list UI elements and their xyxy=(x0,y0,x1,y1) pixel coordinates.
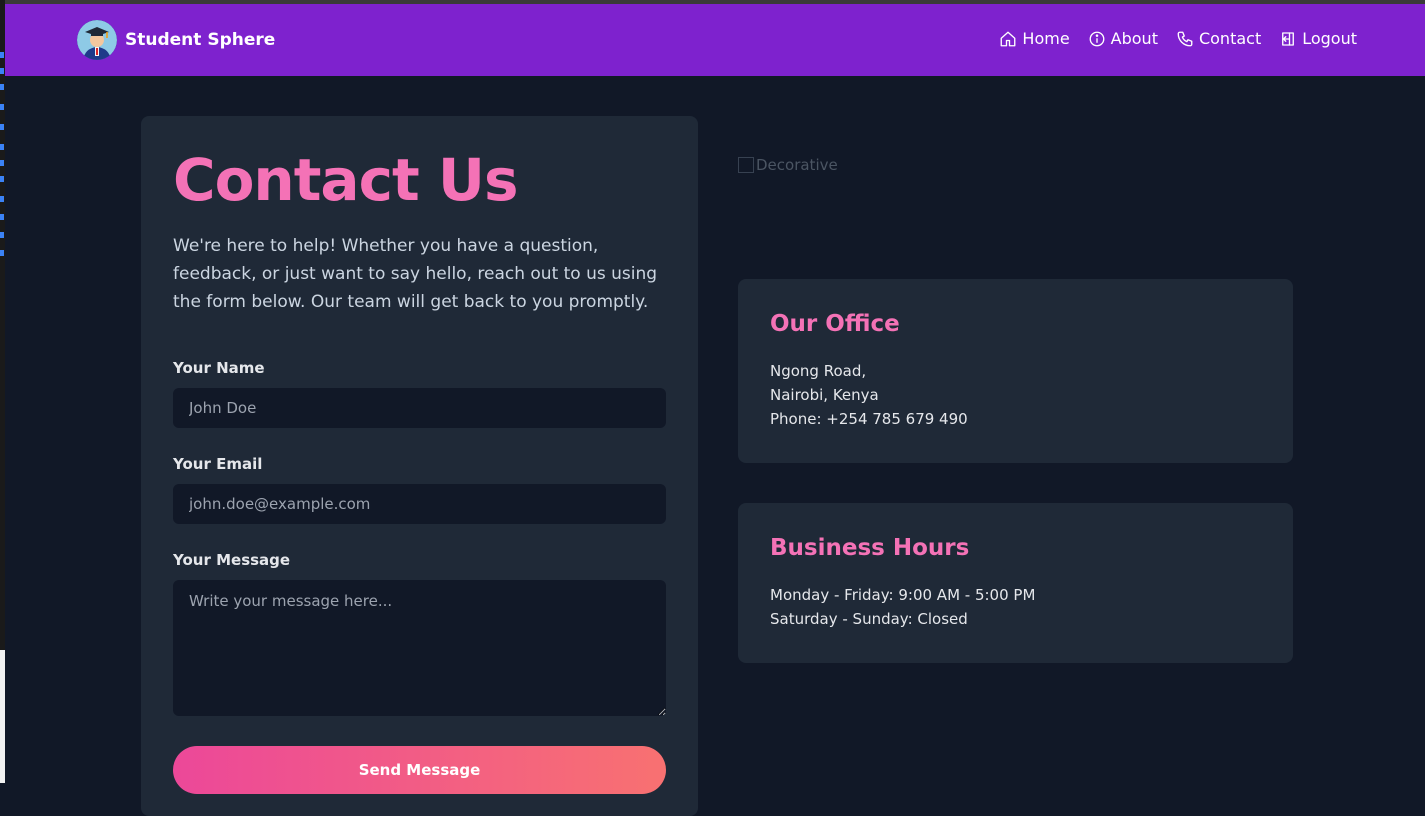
edge-marker xyxy=(0,68,4,74)
decorative-image: Decorative xyxy=(738,156,838,174)
send-message-button[interactable]: Send Message xyxy=(173,746,666,794)
nav-link-label: About xyxy=(1110,29,1158,48)
office-address-line: Ngong Road, xyxy=(770,362,867,380)
edge-marker xyxy=(0,232,4,238)
edge-marker xyxy=(0,250,4,256)
name-input[interactable] xyxy=(173,388,666,428)
contact-form-card: Contact Us We're here to help! Whether y… xyxy=(141,116,698,816)
nav-link-contact[interactable]: Contact xyxy=(1176,29,1261,48)
navbar: Student Sphere Home About Contact Logout xyxy=(5,4,1425,76)
left-edge-strip xyxy=(0,0,5,783)
logout-icon xyxy=(1282,31,1295,46)
broken-image-icon xyxy=(738,157,754,173)
hours-card: Business Hours Monday - Friday: 9:00 AM … xyxy=(738,503,1293,663)
brand[interactable]: Student Sphere xyxy=(77,20,275,60)
edge-marker xyxy=(0,84,4,90)
edge-marker xyxy=(0,176,4,182)
nav-link-about[interactable]: About xyxy=(1088,29,1158,48)
weekend-hours: Saturday - Sunday: Closed xyxy=(770,610,968,628)
edge-marker xyxy=(0,160,4,166)
nav-link-label: Home xyxy=(1022,29,1070,48)
weekday-hours: Monday - Friday: 9:00 AM - 5:00 PM xyxy=(770,586,1036,604)
nav-link-label: Logout xyxy=(1302,29,1357,48)
nav-link-label: Contact xyxy=(1198,29,1262,48)
message-label: Your Message xyxy=(173,551,291,569)
edge-marker xyxy=(0,124,4,130)
nav-link-logout[interactable]: Logout xyxy=(1279,29,1357,48)
nav-link-home[interactable]: Home xyxy=(999,29,1070,48)
name-label: Your Name xyxy=(173,359,265,377)
nav-links: Home About Contact Logout xyxy=(999,29,1357,48)
message-textarea[interactable] xyxy=(173,580,666,716)
office-card: Our Office Ngong Road, Nairobi, Kenya Ph… xyxy=(738,279,1293,463)
home-icon xyxy=(1000,31,1016,46)
brand-name: Student Sphere xyxy=(125,30,276,50)
page-title: Contact Us xyxy=(173,146,518,214)
edge-marker xyxy=(0,52,4,58)
hours-title: Business Hours xyxy=(770,535,970,561)
office-phone-line: Phone: +254 785 679 490 xyxy=(770,410,968,428)
intro-text: We're here to help! Whether you have a q… xyxy=(173,236,658,312)
edge-marker xyxy=(0,214,4,220)
email-label: Your Email xyxy=(173,455,263,473)
office-city-line: Nairobi, Kenya xyxy=(770,386,879,404)
graduate-avatar-icon xyxy=(77,20,117,60)
edge-panel xyxy=(0,650,5,783)
office-title: Our Office xyxy=(770,311,900,337)
email-input[interactable] xyxy=(173,484,666,524)
info-icon xyxy=(1089,31,1105,46)
decorative-alt-text: Decorative xyxy=(756,156,838,174)
edge-marker xyxy=(0,104,4,110)
phone-icon xyxy=(1177,31,1193,46)
edge-marker xyxy=(0,196,4,202)
edge-marker xyxy=(0,144,4,150)
